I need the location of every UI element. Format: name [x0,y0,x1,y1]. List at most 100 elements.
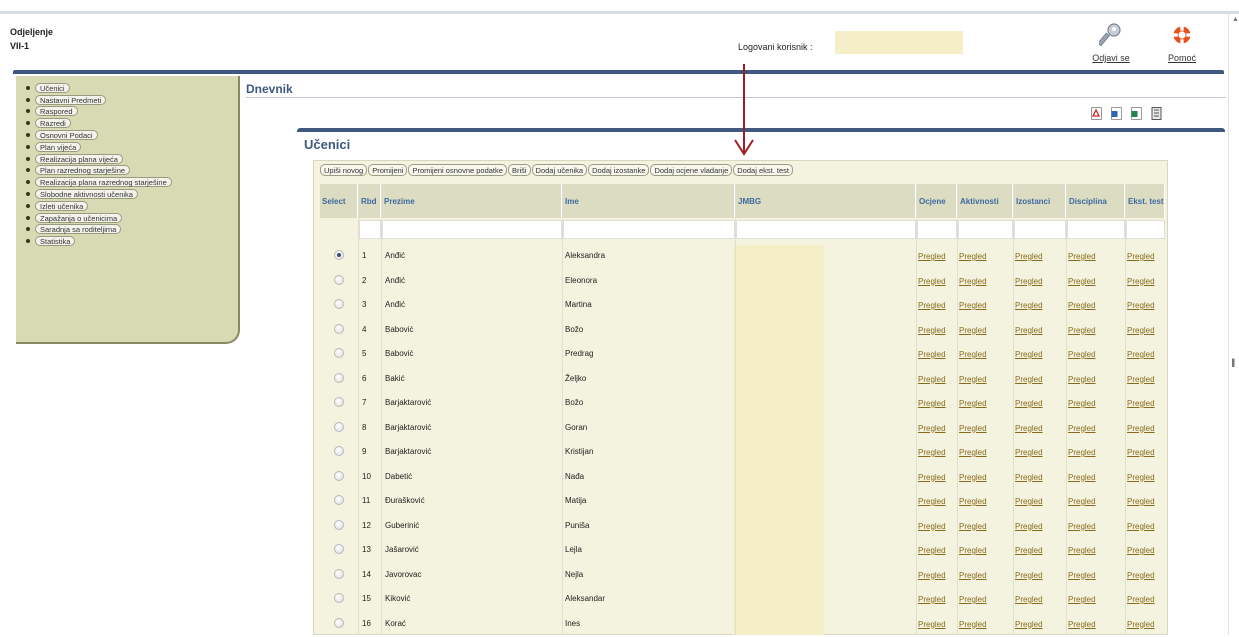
pregled-link[interactable]: Pregled [1127,595,1155,604]
pregled-link[interactable]: Pregled [959,546,987,555]
pregled-link[interactable]: Pregled [1127,546,1155,555]
select-radio[interactable] [334,544,344,554]
pregled-link[interactable]: Pregled [1068,399,1096,408]
word-icon[interactable] [1111,107,1122,120]
pregled-link[interactable]: Pregled [918,546,946,555]
sidebar-item-button[interactable]: Razredi [35,118,71,128]
pregled-link[interactable]: Pregled [918,448,946,457]
column-header[interactable]: JMBG [736,184,916,218]
select-radio[interactable] [334,275,344,285]
pregled-link[interactable]: Pregled [959,301,987,310]
pregled-link[interactable]: Pregled [918,399,946,408]
filter-input[interactable] [359,220,381,239]
pregled-link[interactable]: Pregled [1068,375,1096,384]
select-radio[interactable] [334,495,344,505]
sidebar-item[interactable]: Raspored [26,106,238,118]
pregled-link[interactable]: Pregled [1015,473,1043,482]
select-radio[interactable] [334,348,344,358]
pregled-link[interactable]: Pregled [1068,497,1096,506]
pregled-link[interactable]: Pregled [1068,571,1096,580]
select-radio[interactable] [334,520,344,530]
pregled-link[interactable]: Pregled [1015,497,1043,506]
select-radio[interactable] [334,299,344,309]
pregled-link[interactable]: Pregled [918,301,946,310]
pregled-link[interactable]: Pregled [1068,473,1096,482]
sidebar-item-button[interactable]: Realizacija plana vijeća [35,154,123,164]
lifebuoy-icon[interactable] [1172,24,1192,46]
filter-input[interactable] [382,220,562,239]
pregled-link[interactable]: Pregled [1015,620,1043,629]
sidebar-item[interactable]: Nastavni Predmeti [26,94,238,106]
select-radio[interactable] [334,250,344,260]
select-radio[interactable] [334,593,344,603]
sidebar-item-button[interactable]: Plan vijeća [35,142,81,152]
pregled-link[interactable]: Pregled [918,522,946,531]
pregled-link[interactable]: Pregled [1015,350,1043,359]
filter-input[interactable] [1014,220,1066,239]
sidebar-item[interactable]: Realizacija plana vijeća [26,153,238,165]
pregled-link[interactable]: Pregled [1127,497,1155,506]
action-button[interactable]: Dodaj učenika [532,164,588,176]
pregled-link[interactable]: Pregled [1127,375,1155,384]
pregled-link[interactable]: Pregled [1127,620,1155,629]
pregled-link[interactable]: Pregled [959,473,987,482]
select-radio[interactable] [334,446,344,456]
excel-icon[interactable] [1131,107,1142,120]
scroll-up-arrow-icon[interactable]: ▲ [1232,16,1239,23]
sidebar-item[interactable]: Zapažanja o učenicima [26,212,238,224]
sidebar-item-button[interactable]: Izleti učenika [35,201,88,211]
sidebar-item-button[interactable]: Osnovni Podaci [35,130,98,140]
vertical-scrollbar[interactable] [1228,14,1239,635]
sidebar-item-button[interactable]: Raspored [35,106,78,116]
pregled-link[interactable]: Pregled [959,522,987,531]
action-button[interactable]: Dodaj ekst. test [733,164,793,176]
pregled-link[interactable]: Pregled [1015,546,1043,555]
select-radio[interactable] [334,569,344,579]
pregled-link[interactable]: Pregled [959,424,987,433]
pregled-link[interactable]: Pregled [1068,301,1096,310]
filter-input[interactable] [917,220,957,239]
key-icon[interactable] [1099,22,1123,48]
select-radio[interactable] [334,324,344,334]
pregled-link[interactable]: Pregled [918,375,946,384]
sidebar-item[interactable]: Slobodne aktivnosti učenika [26,188,238,200]
pregled-link[interactable]: Pregled [1015,448,1043,457]
pregled-link[interactable]: Pregled [918,277,946,286]
sidebar-item-button[interactable]: Saradnja sa roditeljima [35,224,121,234]
pregled-link[interactable]: Pregled [1068,326,1096,335]
pregled-link[interactable]: Pregled [1127,252,1155,261]
sidebar-item[interactable]: Izleti učenika [26,200,238,212]
sidebar-item[interactable]: Plan vijeća [26,141,238,153]
column-header[interactable]: Prezime [382,184,562,218]
sidebar-item[interactable]: Statistika [26,235,238,247]
pregled-link[interactable]: Pregled [1068,424,1096,433]
pregled-link[interactable]: Pregled [918,473,946,482]
pregled-link[interactable]: Pregled [959,595,987,604]
action-button[interactable]: Upiši novog [320,164,367,176]
select-radio[interactable] [334,471,344,481]
pregled-link[interactable]: Pregled [918,571,946,580]
pregled-link[interactable]: Pregled [1068,546,1096,555]
pregled-link[interactable]: Pregled [1015,595,1043,604]
pregled-link[interactable]: Pregled [959,375,987,384]
notebook-icon[interactable] [1151,107,1162,120]
pregled-link[interactable]: Pregled [1127,571,1155,580]
pregled-link[interactable]: Pregled [1068,277,1096,286]
pregled-link[interactable]: Pregled [1015,399,1043,408]
pregled-link[interactable]: Pregled [1127,522,1155,531]
pregled-link[interactable]: Pregled [1015,375,1043,384]
pregled-link[interactable]: Pregled [959,571,987,580]
pregled-link[interactable]: Pregled [1015,301,1043,310]
pregled-link[interactable]: Pregled [1127,448,1155,457]
filter-input[interactable] [736,220,916,239]
pregled-link[interactable]: Pregled [918,252,946,261]
pregled-link[interactable]: Pregled [918,326,946,335]
sidebar-item-button[interactable]: Učenici [35,83,70,93]
pregled-link[interactable]: Pregled [1127,424,1155,433]
sidebar-item[interactable]: Plan razrednog starješine [26,165,238,177]
pregled-link[interactable]: Pregled [1015,326,1043,335]
sidebar-item-button[interactable]: Statistika [35,236,75,246]
sidebar-item-button[interactable]: Plan razrednog starješine [35,165,130,175]
action-button[interactable]: Dodaj ocjene vladanje [650,164,732,176]
pregled-link[interactable]: Pregled [1127,350,1155,359]
